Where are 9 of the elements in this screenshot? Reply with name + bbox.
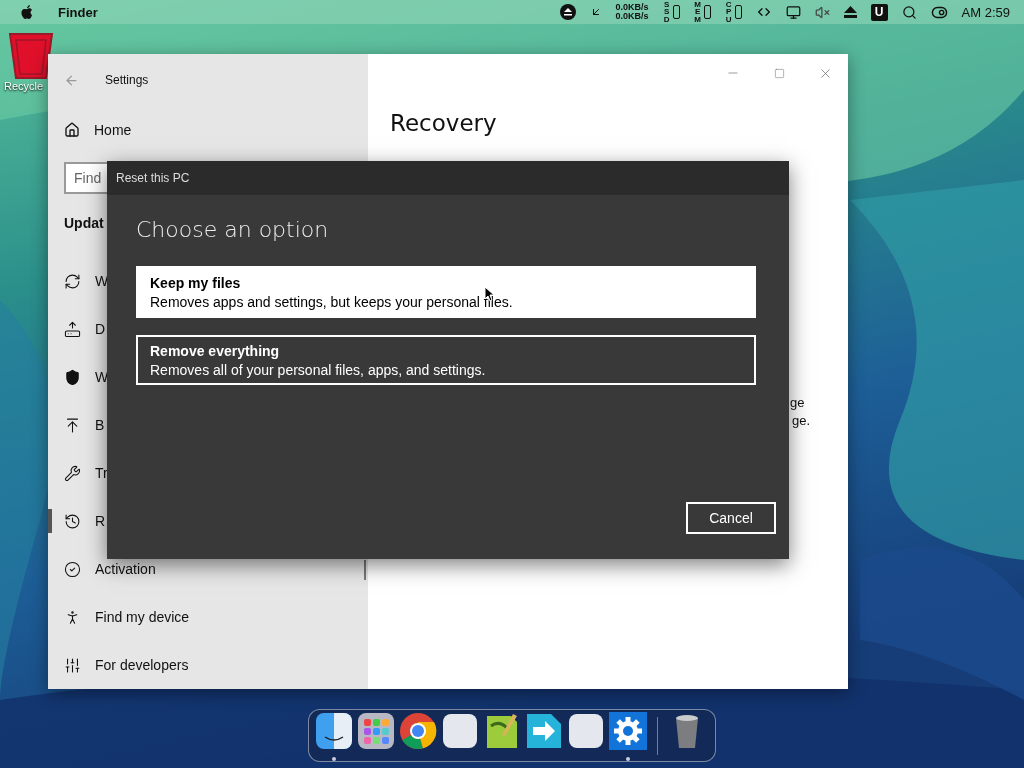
- dialog-title: Reset this PC: [116, 171, 190, 185]
- body-text: ge: [789, 394, 806, 412]
- upload-speed: 0.0KB/s: [615, 3, 649, 12]
- dialog-heading: Choose an option: [136, 217, 330, 242]
- window-title: Settings: [105, 73, 149, 87]
- section-heading: Updat: [64, 215, 104, 231]
- download-speed: 0.0KB/s: [615, 12, 649, 21]
- body-text: ge.: [791, 412, 812, 430]
- page-heading: Recovery: [390, 110, 498, 136]
